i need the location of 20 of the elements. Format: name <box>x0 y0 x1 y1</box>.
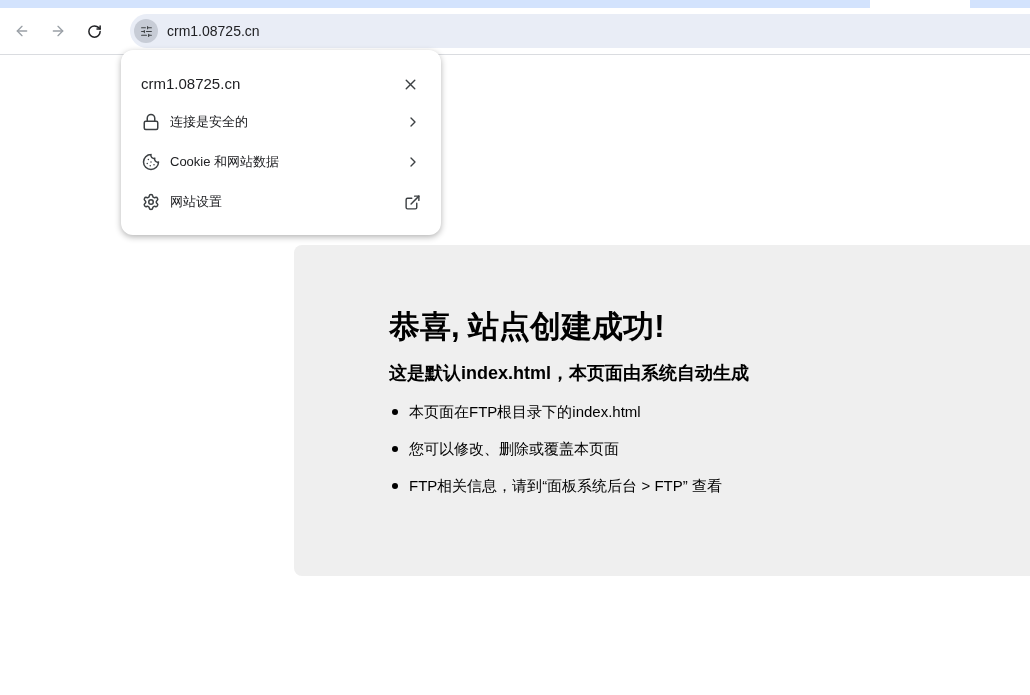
page-subheading: 这是默认index.html，本页面由系统自动生成 <box>389 362 750 385</box>
menu-item-label: Cookie 和网站数据 <box>170 153 281 172</box>
popup-menu-item[interactable]: 网站设置 <box>121 182 441 222</box>
settings-icon <box>142 193 160 211</box>
list-item-text: 您可以修改、删除或覆盖本页面 <box>409 439 619 459</box>
tune-icon <box>139 24 153 38</box>
popup-menu-item[interactable]: 连接是安全的 <box>121 102 441 142</box>
external-link-icon <box>404 193 421 211</box>
site-info-button[interactable] <box>134 19 158 43</box>
lock-icon <box>142 113 160 131</box>
page-heading: 恭喜, 站点创建成功! <box>389 308 666 346</box>
list-item-text: 本页面在FTP根目录下的index.html <box>409 402 641 422</box>
menu-item-label: 网站设置 <box>170 193 223 212</box>
menu-item-label: 连接是安全的 <box>170 113 249 132</box>
popup-menu-item[interactable]: Cookie 和网站数据 <box>121 142 441 182</box>
cookie-icon <box>142 153 160 171</box>
list-item-text: FTP相关信息，请到“面板系统后台 > FTP” 查看 <box>409 476 722 496</box>
popup-title: crm1.08725.cn <box>141 73 241 94</box>
address-bar[interactable]: crm1.08725.cn <box>130 14 1030 48</box>
url-text: crm1.08725.cn <box>167 21 260 41</box>
